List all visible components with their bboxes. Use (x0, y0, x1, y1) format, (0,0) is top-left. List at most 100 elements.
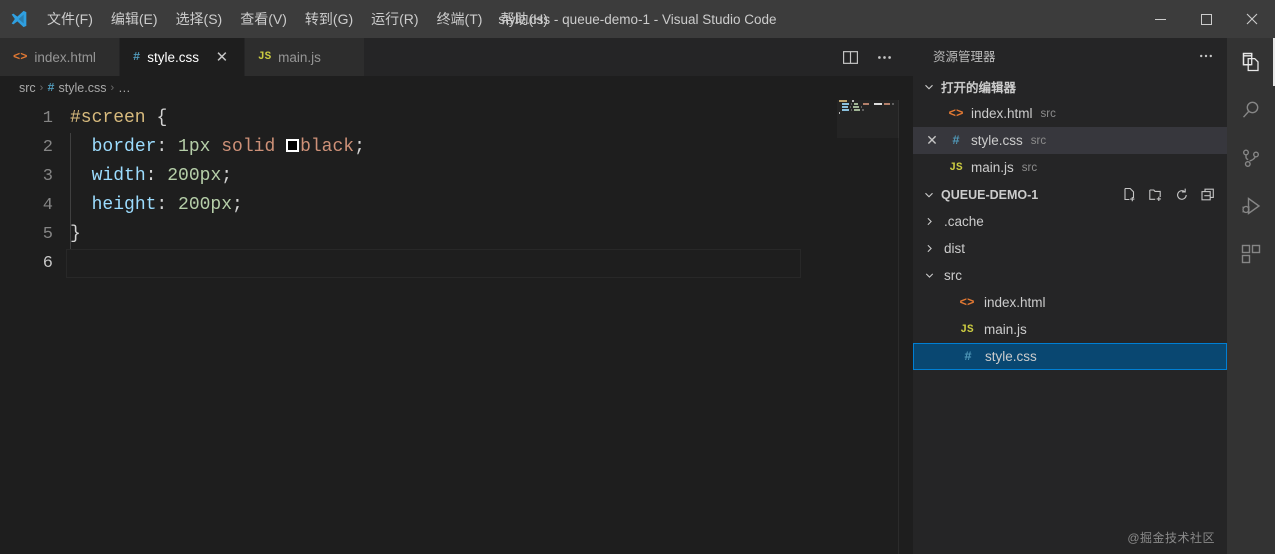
minimap-token (854, 109, 861, 111)
new-file-icon[interactable] (1117, 182, 1143, 208)
code-token: solid (221, 137, 276, 157)
code-token: width (91, 166, 146, 186)
split-editor-icon[interactable] (835, 42, 865, 72)
breadcrumb-folder[interactable]: src (19, 81, 36, 95)
minimap-token (839, 112, 841, 114)
section-open-editors[interactable]: 打开的编辑器 (913, 73, 1227, 100)
tree-item-style-css[interactable]: # style.css (913, 343, 1227, 370)
code-token: : (156, 195, 179, 215)
menu-file[interactable]: 文件(F) (38, 0, 102, 38)
js-file-icon: JS (257, 51, 272, 63)
menu-selection[interactable]: 选择(S) (167, 0, 232, 38)
menu-bar: 文件(F) 编辑(E) 选择(S) 查看(V) 转到(G) 运行(R) 终端(T… (38, 0, 557, 38)
tab-label: main.js (278, 49, 321, 65)
activity-search-icon[interactable] (1227, 86, 1275, 134)
breadcrumb-file[interactable]: style.css (59, 81, 107, 95)
activity-explorer-icon[interactable] (1227, 38, 1275, 86)
workspace-title: QUEUE-DEMO-1 (941, 187, 1039, 202)
section-workspace[interactable]: QUEUE-DEMO-1 (913, 181, 1227, 208)
tree-item-label: index.html (984, 295, 1046, 310)
code-line[interactable]: border: 1px solid black; (66, 133, 913, 162)
minimap-token (853, 106, 860, 108)
maximize-button[interactable] (1183, 0, 1229, 38)
refresh-icon[interactable] (1169, 182, 1195, 208)
collapse-all-icon[interactable] (1195, 182, 1221, 208)
editor-scrollbar[interactable] (899, 100, 913, 554)
editor-more-actions-icon[interactable] (869, 42, 899, 72)
menu-go[interactable]: 转到(G) (296, 0, 362, 38)
code-token: black (300, 137, 355, 157)
code-token: : (145, 166, 168, 186)
minimap-token (892, 103, 894, 105)
tab-main-js[interactable]: JS main.js (244, 38, 365, 76)
tree-item-dist[interactable]: dist (913, 235, 1227, 262)
new-folder-icon[interactable] (1143, 182, 1169, 208)
css-file-icon: # (964, 349, 972, 364)
tab-close-icon[interactable]: ✕ (212, 47, 232, 67)
menu-view[interactable]: 查看(V) (231, 0, 296, 38)
tab-label: style.css (147, 49, 199, 65)
tree-item-label: style.css (985, 349, 1037, 364)
editor-group: <> index.html # style.css ✕ JS main.js s… (0, 38, 913, 554)
file-tree: .cache dist src <> index.html JS main.js # style… (913, 208, 1227, 370)
menu-run[interactable]: 运行(R) (362, 0, 427, 38)
open-editor-path: src (1021, 161, 1038, 174)
tree-item-src[interactable]: src (913, 262, 1227, 289)
code-token: border (91, 137, 157, 157)
workbench-body: <> index.html # style.css ✕ JS main.js s… (0, 38, 1275, 554)
code-line[interactable]: width: 200px; (66, 162, 913, 191)
activity-bar (1227, 38, 1275, 554)
code-token: 200px (167, 166, 222, 186)
chevron-down-icon (921, 80, 937, 94)
open-editor-style-css[interactable]: ✕ # style.css src (913, 127, 1227, 154)
code-line[interactable] (66, 249, 801, 278)
activity-run-debug-icon[interactable] (1227, 182, 1275, 230)
breadcrumb-symbol[interactable]: … (118, 81, 131, 95)
code-content[interactable]: #screen { border: 1px solid black; width… (66, 100, 913, 554)
tree-item-main-js[interactable]: JS main.js (913, 316, 1227, 343)
menu-help[interactable]: 帮助(H) (491, 0, 556, 38)
minimap[interactable] (837, 100, 899, 554)
minimize-button[interactable] (1137, 0, 1183, 38)
open-editor-path: src (1040, 107, 1056, 120)
editor-tab-bar: <> index.html # style.css ✕ JS main.js (0, 38, 913, 76)
close-icon[interactable]: ✕ (923, 132, 941, 149)
minimap-token (884, 103, 891, 105)
minimap-token (862, 103, 869, 105)
chevron-right-icon (921, 215, 938, 228)
chevron-right-icon: › (110, 82, 115, 94)
menu-edit[interactable]: 编辑(E) (102, 0, 167, 38)
color-swatch[interactable] (286, 138, 300, 152)
sidebar-more-actions-icon[interactable] (1193, 43, 1219, 69)
code-token: 200px (178, 195, 233, 215)
menu-terminal[interactable]: 终端(T) (428, 0, 492, 38)
tab-bar-filler (364, 38, 835, 76)
line-number: 1 (42, 109, 53, 128)
code-line[interactable]: #screen { (66, 104, 913, 133)
chevron-right-icon (921, 242, 938, 255)
tab-style-css[interactable]: # style.css ✕ (120, 38, 245, 76)
tree-item-index-html[interactable]: <> index.html (913, 289, 1227, 316)
indent-guide (70, 220, 71, 249)
activity-source-control-icon[interactable] (1227, 134, 1275, 182)
tab-index-html[interactable]: <> index.html (0, 38, 120, 76)
code-line[interactable]: height: 200px; (66, 191, 913, 220)
title-bar: 文件(F) 编辑(E) 选择(S) 查看(V) 转到(G) 运行(R) 终端(T… (0, 0, 1275, 38)
minimap-token (850, 106, 852, 108)
css-file-icon: # (47, 81, 55, 95)
html-file-icon: <> (959, 295, 975, 310)
open-editor-index-html[interactable]: ✕ <> index.html src (913, 100, 1227, 127)
code-editor[interactable]: 1 2 3 4 5 6 #screen { border: 1px solid black… (0, 100, 913, 554)
code-line[interactable]: } (66, 220, 913, 249)
close-button[interactable] (1229, 0, 1275, 38)
window-controls (1137, 0, 1275, 38)
activity-extensions-icon[interactable] (1227, 230, 1275, 278)
watermark: @掘金技术社区 (1127, 531, 1215, 545)
js-file-icon: JS (949, 161, 963, 174)
tree-item--cache[interactable]: .cache (913, 208, 1227, 235)
code-token: #screen (70, 108, 146, 128)
code-token: ; (221, 166, 233, 186)
open-editor-main-js[interactable]: ✕ JS main.js src (913, 154, 1227, 181)
